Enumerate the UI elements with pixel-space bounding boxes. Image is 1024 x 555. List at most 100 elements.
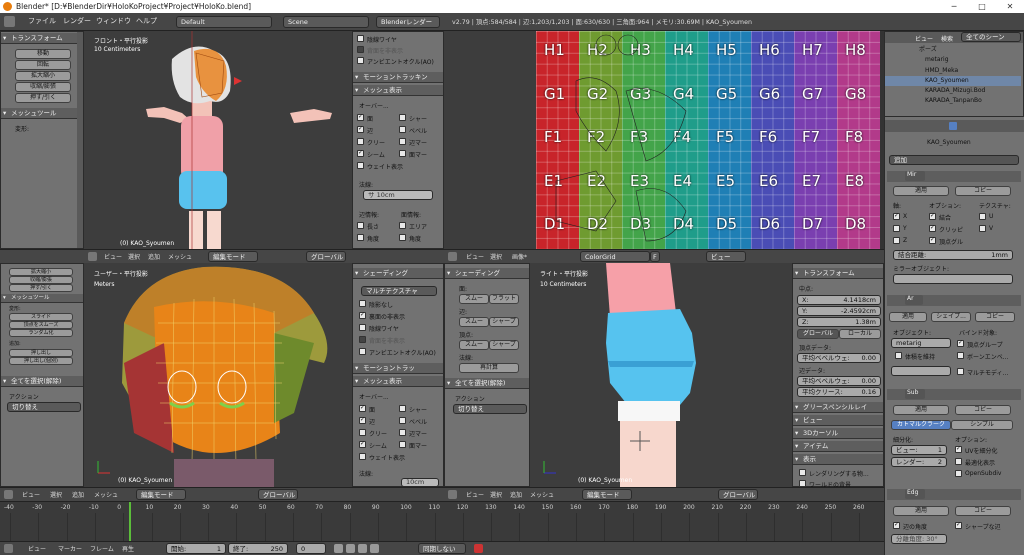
split-angle-field[interactable]: 分離角度: 30° (891, 534, 947, 544)
face-marks-checkbox-2[interactable] (399, 441, 406, 448)
angle-checkbox[interactable] (357, 234, 364, 241)
select-menu-2[interactable]: 選択 (50, 490, 62, 499)
mesh-tools-header-small[interactable]: メッシュツール (1, 294, 83, 303)
push-pull-button-small[interactable]: 押す/引く (9, 284, 73, 292)
end-frame-field[interactable]: 終了: 250 (228, 543, 288, 554)
outliner-row-kao[interactable]: KAO_Syoumen (885, 76, 1021, 86)
scene-select[interactable]: Scene (283, 16, 369, 28)
outliner-view-menu[interactable]: ビュー (915, 34, 933, 43)
subsurf-modifier-name[interactable]: Sub (905, 389, 925, 399)
select-all-header-2[interactable]: 全てを選択(解除) (445, 378, 529, 389)
sharp-checkbox[interactable] (399, 114, 406, 121)
outliner-row-hmd[interactable]: HMD_Meka (885, 66, 1021, 76)
3d-cursor-header[interactable]: 3Dカーソル (793, 428, 883, 439)
length-checkbox[interactable] (357, 222, 364, 229)
mesh-menu[interactable]: メッシュ (168, 252, 192, 261)
armature-copy-button[interactable]: コピー (975, 312, 1015, 322)
mesh-menu-2[interactable]: メッシュ (94, 490, 118, 499)
seams-checkbox-2[interactable] (359, 440, 366, 448)
armature-modifier-header[interactable]: Ar (887, 295, 1021, 306)
transform-header[interactable]: トランスフォーム (793, 268, 883, 279)
mirror-v-checkbox[interactable] (979, 225, 986, 232)
mode-select-3[interactable]: 編集モード (582, 489, 632, 500)
face-angle-checkbox[interactable] (399, 234, 406, 241)
action-select-2[interactable]: 切り替え (453, 404, 527, 414)
timeline-view-menu[interactable]: ビュー (28, 544, 46, 553)
uv-select-menu[interactable]: 選択 (490, 252, 502, 261)
mirror-vgroup-checkbox[interactable] (929, 236, 936, 244)
editor-type-icon-3[interactable] (448, 490, 457, 499)
opensubdiv-checkbox[interactable] (955, 470, 962, 477)
face-marks-checkbox[interactable] (399, 150, 406, 157)
world-tab-icon[interactable] (919, 122, 927, 130)
armature-shape-button[interactable]: シェイプ... (931, 312, 971, 322)
catmull-clark-button[interactable]: カトマルクラーク (891, 420, 951, 430)
tool-shelf-scrollbar[interactable] (77, 32, 83, 248)
merge-distance-field[interactable]: 結合距離: 1mm (893, 250, 1013, 260)
vertex-bevel-field[interactable]: 平均ベベルウェ: 0.00 (797, 353, 881, 363)
multi-modifier-checkbox[interactable] (957, 368, 964, 375)
subdivide-uvs-checkbox[interactable] (955, 445, 962, 453)
menu-render[interactable]: レンダー (63, 16, 91, 26)
jump-start-icon[interactable] (334, 544, 343, 553)
edge-crease-field[interactable]: 平均クリース: 0.16 (797, 387, 881, 397)
timeline-frame-menu[interactable]: フレーム (90, 544, 114, 553)
preserve-volume-checkbox[interactable] (895, 352, 902, 359)
mirror-modifier-header[interactable]: Mir (887, 171, 1021, 182)
item-header[interactable]: アイテム (793, 441, 883, 452)
scene-tab-icon[interactable] (909, 122, 917, 130)
mirror-modifier-name[interactable]: Mir (905, 171, 925, 181)
orientation-select[interactable]: グローバル (306, 251, 346, 262)
subsurf-modifier-header[interactable]: Sub (887, 389, 1021, 400)
uv-image-editor[interactable]: H1 H2 H3 H4 H5 H6 H7 H8 G1 G2 G3 G4 G5 G6 G7 G8 F1 F2 F3 F4… (536, 31, 884, 249)
weight-checkbox[interactable] (357, 162, 364, 169)
record-icon[interactable] (474, 544, 483, 553)
bevel-checkbox-2[interactable] (399, 417, 406, 424)
motion-tracking-header-2[interactable]: モーショントラッ (353, 363, 443, 374)
backface-cull-checkbox-2[interactable] (359, 336, 366, 343)
face-flat-button[interactable]: フラット (489, 294, 519, 304)
local-button[interactable]: ローカル (839, 329, 881, 339)
edge-bevel-field[interactable]: 平均ベベルウェ: 0.00 (797, 376, 881, 386)
view-menu-3[interactable]: ビュー (466, 490, 484, 499)
scale-button-small[interactable]: 拡大縮小 (9, 268, 73, 276)
outliner-row-karada-tanpan[interactable]: KARADA_TanpanBo (885, 96, 1021, 106)
render-tab-icon[interactable] (889, 122, 897, 130)
hidden-wire-checkbox-2[interactable] (359, 324, 366, 331)
mesh-display-header-2[interactable]: メッシュ表示 (353, 376, 443, 387)
edge-angle-checkbox[interactable] (893, 521, 900, 529)
motion-tracking-header[interactable]: モーショントラッキン (353, 72, 443, 83)
outliner-search-menu[interactable]: 検索 (941, 34, 953, 43)
backface-culling-checkbox[interactable] (357, 46, 364, 53)
close-button[interactable]: ✕ (996, 0, 1024, 13)
play-icon[interactable] (358, 544, 367, 553)
start-frame-field[interactable]: 開始: 1 (166, 543, 226, 554)
uv-editor-type-icon[interactable] (448, 252, 457, 261)
push-pull-button[interactable]: 押す/引く (15, 93, 71, 103)
faces-checkbox-2[interactable] (359, 404, 366, 412)
select-menu-3[interactable]: 選択 (490, 490, 502, 499)
view-levels-field[interactable]: ビュー: 1 (891, 445, 947, 455)
minimize-button[interactable]: ─ (940, 0, 968, 13)
sync-select[interactable]: 同期しない (418, 543, 466, 554)
mirror-y-checkbox[interactable] (893, 225, 900, 232)
add-menu-3[interactable]: 追加 (510, 490, 522, 499)
armature-modifier-name[interactable]: Ar (905, 295, 923, 305)
vertex-groups-checkbox[interactable] (957, 339, 964, 347)
bone-envelopes-checkbox[interactable] (957, 352, 964, 359)
timeline[interactable]: -40 -30 -20 -10 0 10 20 30 40 50 60 70 80 90 100 110 120… (0, 501, 884, 542)
particles-tab-icon[interactable] (989, 122, 997, 130)
simple-button[interactable]: シンプル (951, 420, 1013, 430)
grease-pencil-header[interactable]: グリースペンシルレイ (793, 402, 883, 413)
edges-checkbox-2[interactable] (359, 416, 366, 424)
mirror-u-checkbox[interactable] (979, 213, 986, 220)
image-select[interactable]: ColorGrid (580, 251, 650, 262)
jump-end-icon[interactable] (370, 544, 379, 553)
add-menu[interactable]: 追加 (148, 252, 160, 261)
timeline-editor-icon[interactable] (4, 544, 13, 553)
extrude-button[interactable]: 押し出し (9, 349, 73, 357)
maximize-button[interactable]: □ (968, 0, 996, 13)
layers-tab-icon[interactable] (899, 122, 907, 130)
transform-panel-header[interactable]: トランスフォーム (1, 33, 83, 44)
add-menu-2[interactable]: 追加 (72, 490, 84, 499)
